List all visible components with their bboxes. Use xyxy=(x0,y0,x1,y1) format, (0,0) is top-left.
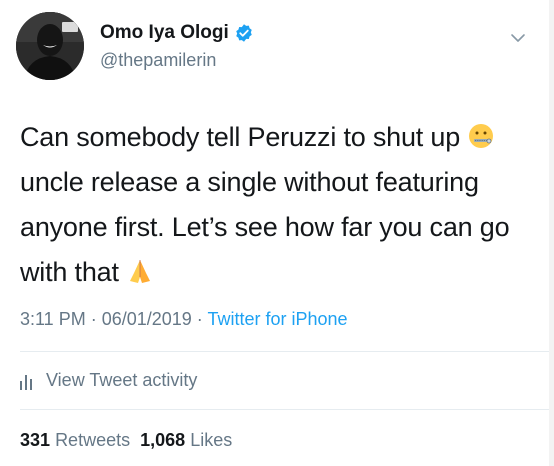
scrollbar[interactable] xyxy=(549,0,554,466)
retweets-label: Retweets xyxy=(55,430,131,450)
chevron-down-icon[interactable] xyxy=(508,28,528,48)
divider xyxy=(20,351,554,352)
bar-chart-icon xyxy=(20,374,32,390)
author-handle[interactable]: @thepamilerin xyxy=(100,50,216,71)
tweet-text: Can somebody tell Peruzzi to shut up unc… xyxy=(20,115,540,295)
tweet-text-part2: uncle release a single without featuring… xyxy=(20,167,510,287)
retweets-count: 331 xyxy=(20,430,51,450)
likes-link[interactable]: 1,068 Likes xyxy=(140,430,232,450)
verified-badge-icon xyxy=(236,24,252,42)
view-tweet-activity-button[interactable]: View Tweet activity xyxy=(20,370,197,391)
tweet-meta: 3:11 PM · 06/01/2019 · Twitter for iPhon… xyxy=(20,309,348,330)
likes-count: 1,068 xyxy=(140,430,186,450)
view-tweet-activity-label[interactable]: View Tweet activity xyxy=(46,370,197,391)
tweet-card: Omo Iya Ologi @thepamilerin Can somebody… xyxy=(0,0,554,466)
author-name-text[interactable]: Omo Iya Ologi xyxy=(100,22,229,44)
avatar[interactable] xyxy=(16,12,84,80)
tweet-text-part1: Can somebody tell Peruzzi to shut up xyxy=(20,122,468,152)
divider xyxy=(20,409,554,410)
author-name[interactable]: Omo Iya Ologi xyxy=(100,22,254,44)
tweet-source-link[interactable]: Twitter for iPhone xyxy=(207,309,347,329)
folded-hands-icon xyxy=(130,260,151,283)
zipper-mouth-face-icon xyxy=(469,124,494,148)
likes-label: Likes xyxy=(190,430,233,450)
retweets-link[interactable]: 331 Retweets xyxy=(20,430,130,450)
tweet-stats: 331 Retweets 1,068 Likes xyxy=(20,430,232,451)
meta-separator: · xyxy=(85,309,102,329)
tweet-time[interactable]: 3:11 PM xyxy=(20,309,86,329)
tweet-date[interactable]: 06/01/2019 xyxy=(102,309,192,329)
meta-separator: · xyxy=(191,309,208,329)
